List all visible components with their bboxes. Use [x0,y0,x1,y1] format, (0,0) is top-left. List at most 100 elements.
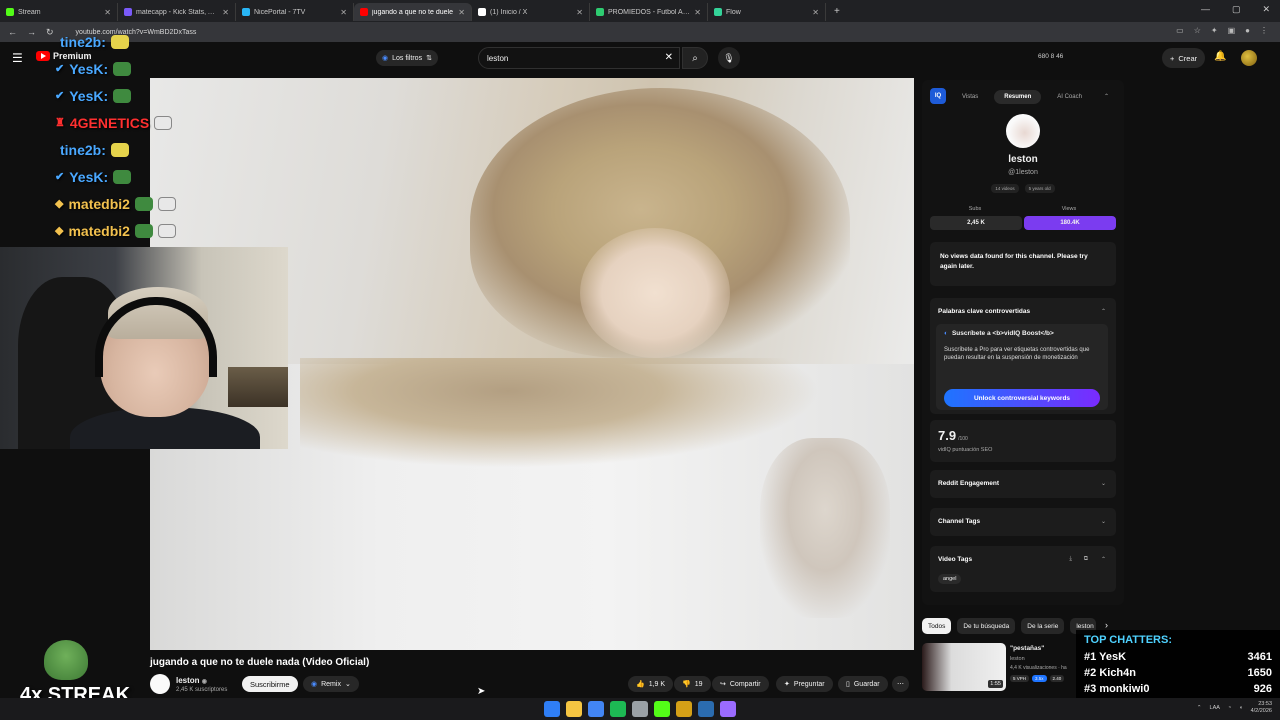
browser-tab[interactable]: (1) Inicio / X ✕ [472,3,590,21]
close-tab-icon[interactable]: ✕ [576,8,583,17]
minimize-icon[interactable]: — [1201,4,1210,15]
video-tag-chip[interactable]: angel [938,574,962,584]
chatter-rank-name: #2 Kich4n [1084,667,1136,679]
browser-tab[interactable]: Stream ✕ [0,3,118,21]
chip-de-tu-busqueda[interactable]: De tu búsqueda [957,618,1016,634]
chat-message: ◆ matedbi2 [55,217,215,244]
reload-icon[interactable]: ↻ [46,27,54,38]
channel-tags-card[interactable]: Channel Tags ⌄ [930,508,1116,536]
chatter-rank-name: #1 YesK [1084,651,1126,663]
chat-emote-icon [134,223,153,238]
chat-emote-icon [154,115,173,130]
controversial-title[interactable]: Palabras clave controvertidas [938,308,1030,315]
taskbar-app-icon[interactable] [676,701,692,717]
maximize-icon[interactable]: ▢ [1232,4,1241,15]
taskbar-app-icon[interactable] [566,701,582,717]
search-input[interactable]: leston ✕ [478,47,680,69]
chip-todos[interactable]: Todos [922,618,952,634]
chat-message: ♜ 4GENETICS [55,109,215,136]
taskbar-app-icon[interactable] [588,701,604,717]
chatter-count: 3461 [1247,651,1272,663]
browser-tab[interactable]: matecapp - Kick Stats, Analytic ✕ [118,3,236,21]
chat-username: matedbi2 [68,222,130,239]
ask-button[interactable]: ✦ Preguntar [776,676,833,692]
taskbar-app-icon[interactable] [698,701,714,717]
subscribe-button[interactable]: Suscribirme [242,676,298,692]
recommended-channel[interactable]: leston [1010,656,1025,662]
language-indicator[interactable]: LAA [1210,705,1220,711]
recommended-title[interactable]: "pestañas" [1010,645,1044,652]
chevron-up-icon[interactable]: ⌃ [1104,93,1109,100]
filters-button[interactable]: ◉ Los filtros ⇅ [376,50,438,66]
account-avatar[interactable] [1241,50,1257,66]
youtube-play-icon [36,51,50,61]
like-button[interactable]: 👍 1,9 K [628,676,674,692]
taskbar-app-icon[interactable] [654,701,670,717]
tab-vistas[interactable]: Vistas [952,90,988,104]
boost-header: ◐ Suscríbete a <b>vidIQ Boost</b> [944,330,1054,337]
copy-icon[interactable]: ⧉ [1084,556,1088,563]
channel-name[interactable]: leston ◉ [176,676,207,685]
create-button[interactable]: + Crear [1162,48,1206,68]
chat-username: tine2b: [60,33,106,50]
tab-ai-coach[interactable]: AI Coach [1047,90,1092,104]
taskbar-app-icon[interactable] [720,701,736,717]
video-face-shape [580,228,730,358]
save-button[interactable]: ▯ Guardar [838,676,888,692]
clear-search-icon[interactable]: ✕ [665,52,673,63]
browser-tab[interactable]: Flow ✕ [708,3,826,21]
voice-search-button[interactable]: 🎙 [718,47,740,69]
new-tab-button[interactable]: + [834,6,840,17]
puzzle-icon[interactable]: ▣ [1228,26,1236,35]
close-tab-icon[interactable]: ✕ [340,8,347,17]
remix-label: Remix [321,680,341,688]
share-button[interactable]: ↪ Compartir [712,676,769,692]
browser-tab[interactable]: NicePortal - 7TV ✕ [236,3,354,21]
reddit-engagement-card[interactable]: Reddit Engagement ⌄ [930,470,1116,498]
save-label: Guardar [853,680,880,688]
volume-icon[interactable]: ◖ [1239,705,1242,711]
more-actions-button[interactable]: ⋯ [892,676,909,692]
unlock-controversial-button[interactable]: Unlock controversial keywords [944,389,1100,407]
taskbar-app-icon[interactable] [632,701,648,717]
chevron-up-icon[interactable]: ⌃ [1101,556,1106,563]
recommended-badges: 5 VPH 3.5x 2.40 [1010,675,1065,682]
profile-icon[interactable]: ● [1245,26,1250,35]
star-icon[interactable]: ☆ [1194,26,1201,35]
cast-icon[interactable]: ▭ [1176,26,1184,35]
close-tab-icon[interactable]: ✕ [104,8,111,17]
notifications-bell-icon[interactable]: 🔔 [1214,51,1226,62]
search-icon: ⌕ [692,52,698,64]
hamburger-menu-icon[interactable]: ☰ [12,51,23,65]
close-window-icon[interactable]: ✕ [1262,4,1270,15]
vidiq-tabs: IQ Vistas Resumen AI Coach ⌃ [930,88,1109,104]
download-icon[interactable]: ⤓ [1069,556,1072,563]
taskbar-icons [544,701,736,717]
close-tab-icon[interactable]: ✕ [222,8,229,17]
close-tab-icon[interactable]: ✕ [694,8,701,17]
browser-tab[interactable]: PROMIEDOS - Futbol Argentin ✕ [590,3,708,21]
chevron-up-icon[interactable]: ⌃ [1101,308,1106,315]
extension-icon[interactable]: ✦ [1211,26,1218,35]
chat-emote-icon [113,88,132,103]
chevron-right-icon[interactable]: › [1105,620,1108,630]
recommended-thumbnail[interactable]: 1:55 [922,643,1006,691]
clock[interactable]: 23:53 4/2/2026 [1251,701,1272,715]
chevron-up-icon[interactable]: ⌃ [1197,705,1202,711]
chip-de-la-serie[interactable]: De la serie [1021,618,1065,634]
back-icon[interactable]: ← [8,27,17,38]
channel-avatar[interactable] [150,674,170,694]
forward-icon[interactable]: → [27,27,36,38]
dislike-button[interactable]: 👎 19 [674,676,711,692]
close-tab-icon[interactable]: ✕ [812,8,819,17]
sliders-icon: ⇅ [426,55,432,62]
browser-tab[interactable]: jugando a que no te duele ✕ [354,3,472,21]
taskbar-app-icon[interactable] [610,701,626,717]
wifi-icon[interactable]: ◔ [1228,705,1231,711]
close-tab-icon[interactable]: ✕ [458,8,465,17]
taskbar-app-icon[interactable] [544,701,560,717]
remix-button[interactable]: ◉ Remix ⌄ [303,676,359,692]
search-button[interactable]: ⌕ [682,47,708,69]
tab-resumen[interactable]: Resumen [994,90,1042,104]
kebab-menu-icon[interactable]: ⋮ [1260,26,1268,35]
